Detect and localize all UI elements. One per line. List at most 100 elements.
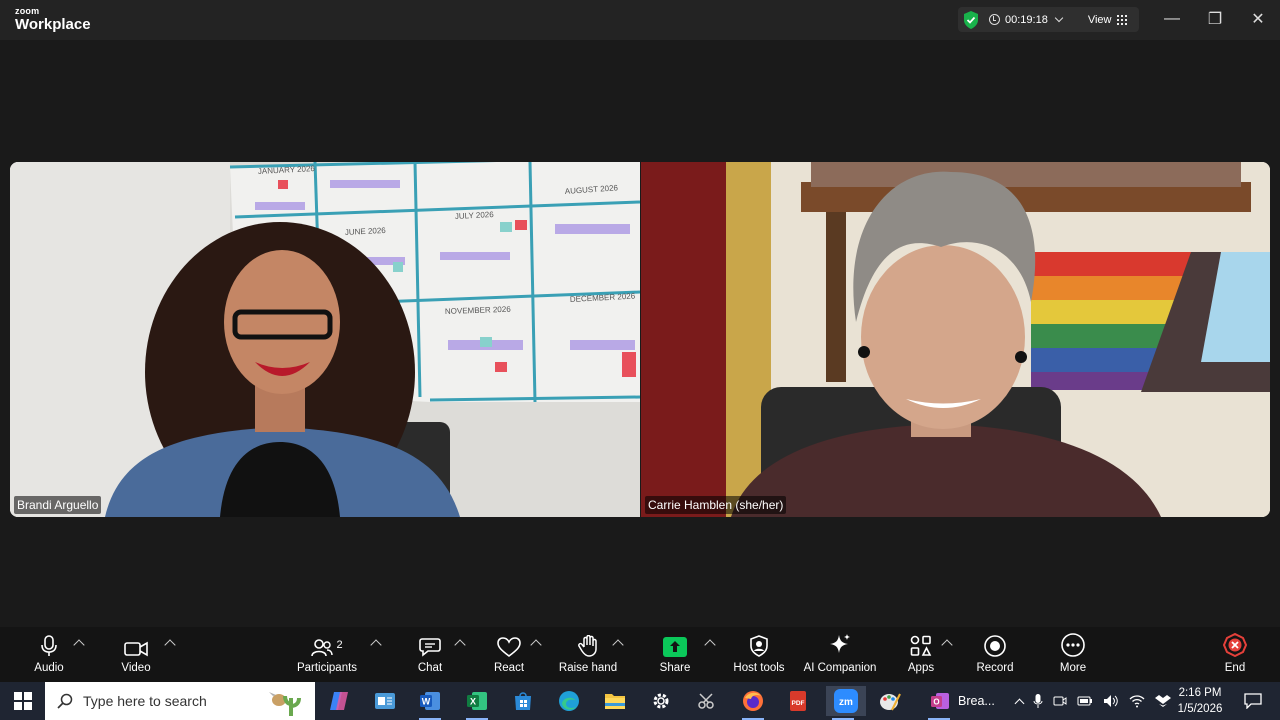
raise-hand-button[interactable]: Raise hand [558, 627, 618, 682]
share-options-caret-icon[interactable] [704, 639, 716, 651]
battery-icon[interactable] [1077, 695, 1093, 707]
grid-view-icon [1117, 14, 1128, 25]
end-label: End [1224, 662, 1246, 674]
pdf-app-text: PDF [792, 700, 805, 707]
participant-name-tag: Brandi Arguello [14, 496, 102, 514]
minimize-button[interactable]: — [1150, 0, 1194, 38]
end-call-icon [1223, 633, 1247, 657]
view-label: View [1087, 13, 1112, 26]
end-meeting-button[interactable]: End [1218, 627, 1252, 682]
video-feed-2 [641, 162, 1270, 517]
host-tools-shield-icon [750, 635, 768, 657]
tray-microphone-icon[interactable] [1033, 693, 1043, 709]
video-options-caret-icon[interactable] [164, 639, 176, 651]
participant-name-tag: Carrie Hamblen (she/her) [645, 496, 787, 514]
snipping-tool-icon[interactable] [690, 686, 724, 716]
ai-companion-label: AI Companion [803, 662, 877, 674]
participants-button[interactable]: 2 Participants [296, 627, 358, 682]
brand-small: zoom [15, 6, 40, 16]
restore-button[interactable]: ❐ [1193, 0, 1237, 38]
view-button[interactable]: View [1088, 14, 1128, 26]
zoom-app-icon[interactable]: zm [826, 686, 866, 720]
store-app-icon[interactable] [506, 686, 540, 716]
search-highlight-bird-icon [269, 692, 301, 716]
taskbar-date: 1/5/2026 [1177, 703, 1223, 715]
host-tools-button[interactable]: Host tools [730, 627, 788, 682]
brand-large: Workplace [15, 16, 91, 33]
share-button[interactable]: Share [658, 627, 692, 682]
meeting-timer[interactable]: 00:19:18 [1005, 14, 1048, 26]
react-button[interactable]: React [492, 627, 526, 682]
chat-label: Chat [417, 662, 443, 674]
raise-hand-label: Raise hand [558, 662, 618, 674]
host-tools-label: Host tools [733, 662, 785, 674]
windows-logo-icon [13, 692, 32, 710]
audio-button[interactable]: Audio [30, 627, 68, 682]
excel-app-icon[interactable]: X [460, 686, 494, 720]
video-feed-1: JANUARY 2026JULY 2026AUGUST 2026JUNE 202… [10, 162, 640, 517]
ai-companion-button[interactable]: AI Companion [802, 627, 878, 682]
video-tile-carrie[interactable]: Carrie Hamblen (she/her) [641, 162, 1270, 517]
more-ellipsis-icon [1061, 633, 1085, 657]
video-tile-brandi[interactable]: JANUARY 2026 JULY 2026 AUGUST 2026 JUNE 202… [10, 162, 640, 517]
svg-text:X: X [470, 697, 476, 707]
notification-center-icon[interactable] [1236, 686, 1270, 716]
share-label: Share [659, 662, 691, 674]
audio-options-caret-icon[interactable] [73, 639, 85, 651]
teams-app-icon: O [931, 693, 949, 709]
chat-bubble-icon [419, 638, 441, 657]
paint-app-icon[interactable] [873, 686, 907, 716]
audio-label: Audio [34, 662, 64, 674]
title-bar: zoom Workplace 00:19:18 View — ❐ ✕ [0, 0, 1280, 40]
more-button[interactable]: More [1056, 627, 1090, 682]
zoom-meeting-window: zoom Workplace 00:19:18 View — ❐ ✕ JANUA… [0, 0, 1280, 720]
svg-text:W: W [422, 697, 431, 707]
file-explorer-icon[interactable] [598, 686, 632, 716]
taskbar-active-window[interactable]: O Brea... [922, 686, 1002, 720]
word-app-icon[interactable]: W [413, 686, 447, 720]
apps-options-caret-icon[interactable] [941, 639, 953, 651]
start-button[interactable] [0, 682, 45, 720]
react-options-caret-icon[interactable] [530, 639, 542, 651]
chat-button[interactable]: Chat [413, 627, 447, 682]
video-button[interactable]: Video [116, 627, 156, 682]
participants-options-caret-icon[interactable] [370, 639, 382, 651]
windows-taskbar: Type here to search W X PDF zm O Brea... [0, 682, 1280, 720]
system-tray [1014, 682, 1171, 720]
pdf-app-icon[interactable]: PDF [781, 686, 815, 716]
chat-options-caret-icon[interactable] [454, 639, 466, 651]
timer-clock-icon [989, 14, 1000, 25]
more-label: More [1059, 662, 1087, 674]
heart-icon [497, 637, 521, 657]
raise-hand-icon [578, 635, 597, 657]
volume-icon[interactable] [1103, 694, 1119, 708]
settings-gear-icon[interactable] [644, 686, 678, 716]
svg-text:O: O [933, 698, 939, 707]
copilot-app-icon[interactable] [322, 686, 356, 716]
show-hidden-icons-chevron-icon[interactable] [1014, 698, 1025, 708]
apps-button[interactable]: Apps [904, 627, 938, 682]
ai-sparkle-icon [830, 634, 850, 653]
react-label: React [493, 662, 525, 674]
tray-camera-icon[interactable] [1053, 694, 1067, 708]
edge-browser-icon[interactable] [552, 686, 586, 716]
encryption-shield-icon[interactable] [963, 10, 979, 29]
participants-count: 2 [336, 639, 343, 651]
search-placeholder: Type here to search [83, 693, 207, 709]
apps-label: Apps [907, 662, 935, 674]
record-button[interactable]: Record [975, 627, 1015, 682]
app-brand: zoom Workplace [15, 6, 91, 33]
meeting-toolbar: Audio Video 2 Participants Chat React Ra… [0, 627, 1280, 682]
outlook-news-app-icon[interactable] [368, 686, 402, 716]
zoom-app-text: zm [839, 697, 853, 708]
close-window-button[interactable]: ✕ [1236, 0, 1280, 38]
wifi-icon[interactable] [1129, 694, 1145, 708]
dropbox-icon[interactable] [1155, 694, 1171, 708]
record-label: Record [976, 662, 1014, 674]
taskbar-search-box[interactable]: Type here to search [45, 682, 315, 720]
share-screen-icon [663, 637, 687, 657]
microphone-icon [41, 635, 57, 656]
taskbar-clock[interactable]: 2:16 PM 1/5/2026 [1172, 685, 1228, 717]
timer-chevron-down-icon[interactable] [1054, 13, 1064, 23]
firefox-browser-icon[interactable] [736, 686, 770, 720]
